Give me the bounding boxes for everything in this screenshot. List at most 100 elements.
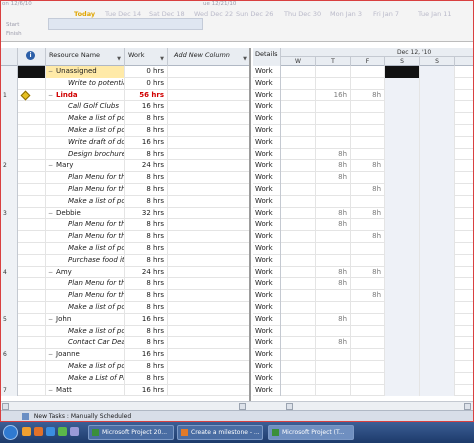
resource-row[interactable]: 4− Amy 24 hrs	[0, 266, 249, 279]
timephased-work-cell[interactable]	[316, 113, 351, 125]
timephased-work-cell[interactable]	[385, 207, 420, 220]
row-id-cell[interactable]: 6	[0, 349, 18, 361]
timephased-work-cell[interactable]	[281, 172, 316, 184]
timephased-work-cell[interactable]	[316, 184, 351, 196]
new-column-cell[interactable]	[168, 349, 249, 361]
assignment-row[interactable]: Write to potentia 0 hrs	[0, 77, 249, 90]
timephased-work-cell[interactable]	[420, 89, 455, 102]
timephased-work-cell[interactable]	[385, 361, 420, 373]
timephased-work-cell[interactable]	[281, 384, 316, 397]
timephased-work-cell[interactable]	[281, 231, 316, 243]
timephased-work-cell[interactable]	[420, 361, 455, 373]
timephased-work-cell[interactable]	[385, 290, 420, 302]
resource-name-cell[interactable]: − Unassigned	[46, 66, 125, 78]
timephased-work-cell[interactable]	[420, 160, 455, 173]
timephased-work-cell[interactable]	[281, 278, 316, 291]
timephased-work-cell[interactable]	[385, 231, 420, 243]
collapse-toggle-icon[interactable]: −	[48, 208, 53, 219]
timephased-work-cell[interactable]	[316, 254, 351, 267]
timephased-work-cell[interactable]	[420, 372, 455, 385]
resource-name-cell[interactable]: − Debbie	[46, 207, 125, 220]
timephased-work-cell[interactable]: 8h	[316, 266, 351, 279]
work-cell[interactable]: 8 hrs	[125, 243, 168, 255]
resource-name-cell[interactable]: − John	[46, 313, 125, 326]
work-cell[interactable]: 0 hrs	[125, 66, 168, 78]
resource-name-column-header[interactable]: Resource Name ▼	[46, 48, 125, 66]
timephased-work-cell[interactable]	[281, 372, 316, 385]
timephased-work-cell[interactable]	[281, 89, 316, 102]
row-id-cell[interactable]	[0, 101, 18, 114]
timephased-work-cell[interactable]	[281, 195, 316, 208]
new-column-cell[interactable]	[168, 172, 249, 184]
new-column-cell[interactable]	[168, 101, 249, 113]
timephased-work-cell[interactable]	[420, 172, 455, 184]
timephased-work-cell[interactable]	[420, 148, 455, 161]
row-id-cell[interactable]	[0, 113, 18, 125]
timephased-work-cell[interactable]	[281, 349, 316, 361]
timephased-work-cell[interactable]	[385, 243, 420, 255]
row-id-cell[interactable]	[0, 290, 18, 302]
timephased-work-cell[interactable]: 8h	[316, 172, 351, 184]
work-cell[interactable]: 8 hrs	[125, 184, 168, 196]
row-id-cell[interactable]	[0, 125, 18, 137]
new-column-cell[interactable]	[168, 196, 249, 208]
row-id-cell[interactable]	[0, 172, 18, 184]
timephased-work-cell[interactable]	[351, 313, 385, 326]
work-cell[interactable]: 16 hrs	[125, 384, 168, 397]
assignment-row[interactable]: Plan Menu for th 8 hrs	[0, 290, 249, 302]
timephased-work-cell[interactable]: 8h	[351, 184, 385, 196]
work-cell[interactable]: 16 hrs	[125, 101, 168, 114]
work-column-header[interactable]: Work ▼	[125, 48, 168, 66]
collapse-toggle-icon[interactable]: −	[48, 385, 53, 396]
work-cell[interactable]: 8 hrs	[125, 113, 168, 125]
add-column-dropdown-icon[interactable]: ▼	[243, 52, 247, 66]
row-id-cell[interactable]: 2	[0, 160, 18, 173]
task-mode-status[interactable]: New Tasks : Manually Scheduled	[34, 413, 131, 420]
timephased-work-cell[interactable]	[351, 66, 385, 78]
timephased-work-cell[interactable]	[385, 125, 420, 137]
new-column-cell[interactable]	[168, 243, 249, 255]
timephased-work-cell[interactable]	[316, 125, 351, 137]
timephased-work-cell[interactable]	[316, 290, 351, 302]
timeline-project-bar[interactable]	[48, 18, 203, 30]
assignment-row[interactable]: Plan Menu for th 8 hrs	[0, 184, 249, 196]
timephased-work-cell[interactable]	[385, 372, 420, 385]
work-cell[interactable]: 8 hrs	[125, 361, 168, 373]
app-icon[interactable]	[70, 427, 79, 436]
new-column-cell[interactable]	[168, 314, 249, 326]
timephased-work-cell[interactable]	[420, 101, 455, 114]
timephased-work-cell[interactable]	[420, 384, 455, 397]
indicators-column-header[interactable]: i	[18, 48, 46, 66]
timephased-work-cell[interactable]	[385, 254, 420, 267]
work-cell[interactable]: 8 hrs	[125, 302, 168, 314]
timephased-work-cell[interactable]: 8h	[351, 160, 385, 173]
row-id-cell[interactable]	[0, 148, 18, 161]
timephased-work-cell[interactable]	[281, 361, 316, 373]
row-id-cell[interactable]	[0, 302, 18, 314]
resource-name-cell[interactable]: − Joanne	[46, 349, 125, 361]
new-column-cell[interactable]	[168, 255, 249, 267]
timephased-work-cell[interactable]	[351, 125, 385, 137]
timephased-work-cell[interactable]	[385, 101, 420, 114]
timephased-work-cell[interactable]: 8h	[351, 266, 385, 279]
work-cell[interactable]: 8 hrs	[125, 372, 168, 385]
timephased-work-cell[interactable]	[385, 66, 420, 78]
resource-name-cell[interactable]: Make a list of po	[46, 125, 125, 137]
resource-row[interactable]: 5− John 16 hrs	[0, 313, 249, 326]
timephased-work-cell[interactable]	[385, 77, 420, 90]
new-column-cell[interactable]	[168, 137, 249, 149]
work-cell[interactable]: 8 hrs	[125, 172, 168, 184]
resource-row[interactable]: 2− Mary 24 hrs	[0, 160, 249, 173]
timephased-work-cell[interactable]	[385, 172, 420, 184]
timephased-work-cell[interactable]	[420, 254, 455, 267]
timephased-work-cell[interactable]	[420, 266, 455, 279]
timephased-work-cell[interactable]	[385, 160, 420, 173]
timephased-work-cell[interactable]: 8h	[316, 278, 351, 291]
timephased-work-cell[interactable]	[385, 313, 420, 326]
work-cell[interactable]: 16 hrs	[125, 349, 168, 361]
timephased-work-cell[interactable]	[281, 101, 316, 114]
resource-row[interactable]: 6 − Joanne 16 hrs	[0, 349, 249, 361]
new-column-cell[interactable]	[168, 231, 249, 243]
new-column-cell[interactable]	[168, 160, 249, 172]
work-cell[interactable]: 8 hrs	[125, 254, 168, 267]
